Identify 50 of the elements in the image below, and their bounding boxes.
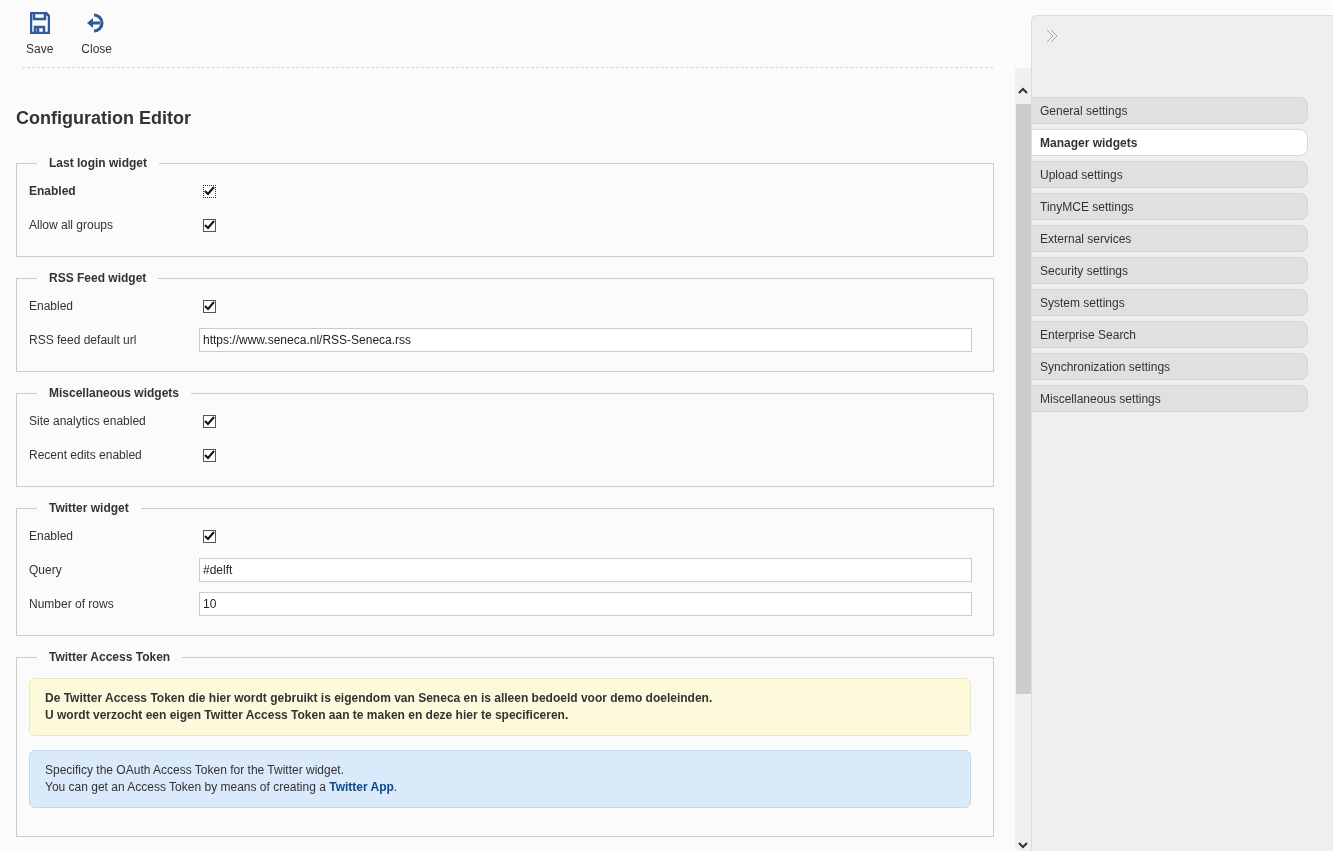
settings-tab[interactable]: System settings xyxy=(1032,289,1308,316)
text-field[interactable]: 10 xyxy=(199,592,972,616)
scroll-down-icon[interactable] xyxy=(1018,842,1028,850)
settings-tab[interactable]: TinyMCE settings xyxy=(1032,193,1308,220)
group-legend: RSS Feed widget xyxy=(37,269,159,287)
checkmark-icon xyxy=(204,301,215,311)
checkbox[interactable] xyxy=(203,218,216,232)
checkmark-icon xyxy=(204,450,215,460)
settings-tab[interactable]: Synchronization settings xyxy=(1032,353,1308,380)
text-field[interactable]: #delft xyxy=(199,558,972,582)
checkbox[interactable] xyxy=(203,414,216,428)
settings-tab[interactable]: Enterprise Search xyxy=(1032,321,1308,348)
text-field[interactable]: https://www.seneca.nl/RSS-Seneca.rss xyxy=(199,328,972,352)
checkmark-icon xyxy=(204,531,215,541)
field-label: Site analytics enabled xyxy=(29,413,147,430)
field-label: Enabled xyxy=(29,183,77,200)
scroll-up-icon[interactable] xyxy=(1018,86,1028,94)
scrollbar[interactable] xyxy=(1015,68,1031,851)
field-label: Query xyxy=(29,562,63,579)
group-legend: Twitter Access Token xyxy=(37,648,183,666)
settings-tab[interactable]: Upload settings xyxy=(1032,161,1308,188)
field-label: Enabled xyxy=(29,298,75,315)
scrollbar-thumb[interactable] xyxy=(1015,104,1031,694)
settings-tab[interactable]: Security settings xyxy=(1032,257,1308,284)
field-label: Enabled xyxy=(29,528,75,545)
checkbox[interactable] xyxy=(203,448,216,462)
field-label: RSS feed default url xyxy=(29,332,138,349)
checkmark-icon xyxy=(204,416,215,426)
checkbox[interactable] xyxy=(203,184,216,198)
field-label: Number of rows xyxy=(29,596,115,613)
group-legend: Twitter widget xyxy=(37,499,141,517)
notice-message: Specificy the OAuth Access Token for the Twitter widget. You can get an Access Token by means of creating a Twitter App. xyxy=(29,750,971,808)
settings-tab[interactable]: Miscellaneous settings xyxy=(1032,385,1308,412)
field-label: Recent edits enabled xyxy=(29,447,143,464)
checkbox[interactable] xyxy=(203,299,216,313)
settings-tab[interactable]: External services xyxy=(1032,225,1308,252)
settings-tab[interactable]: Manager widgets xyxy=(1032,129,1308,156)
notice-message: De Twitter Access Token die hier wordt gebruikt is eigendom van Seneca en is alleen bedoeld voor demo doeleinden. U wordt verzocht een eigen Twitter Access Token aan te maken en deze hier te specificeren. xyxy=(29,678,971,736)
checkbox[interactable] xyxy=(203,529,216,543)
close-button[interactable]: Close xyxy=(79,12,115,58)
save-icon xyxy=(29,12,50,34)
group-legend: Last login widget xyxy=(37,154,159,172)
group-legend: Miscellaneous widgets xyxy=(37,384,192,402)
settings-tab[interactable]: General settings xyxy=(1032,97,1308,124)
save-button[interactable]: Save xyxy=(24,12,56,58)
field-label: Allow all groups xyxy=(29,217,115,234)
twitter-app-link[interactable]: Twitter App xyxy=(329,780,394,794)
page-title: Configuration Editor xyxy=(16,107,192,130)
checkmark-icon xyxy=(204,220,215,230)
checkmark-icon xyxy=(204,186,215,196)
